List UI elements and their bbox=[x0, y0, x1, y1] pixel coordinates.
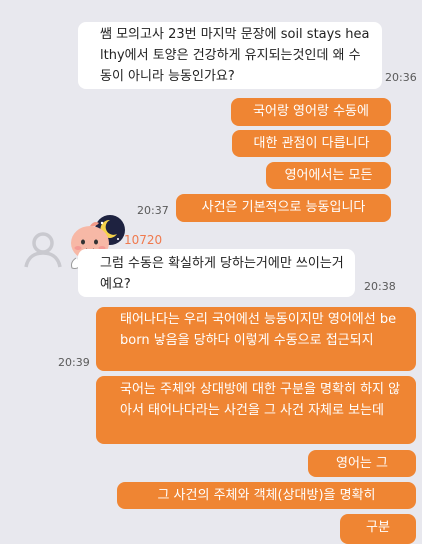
message-bubble-received[interactable]: 쌤 모의고사 23번 마지막 문장에 soil stays healthy에서 … bbox=[78, 22, 382, 89]
message-bubble-sent[interactable]: 대한 관점이 다릅니다 bbox=[232, 130, 391, 157]
sender-name: 10720 bbox=[124, 233, 163, 247]
message-bubble-sent[interactable]: 국어는 주체와 상대방에 대한 구분을 명확히 하지 않아서 태어나다라는 사건… bbox=[96, 376, 416, 444]
message-bubble-sent[interactable]: 국어랑 영어랑 수동에 bbox=[231, 98, 391, 126]
message-timestamp: 20:37 bbox=[137, 204, 169, 217]
message-timestamp: 20:39 bbox=[58, 356, 90, 369]
message-timestamp: 20:36 bbox=[385, 71, 417, 84]
message-bubble-sent[interactable]: 구분 bbox=[340, 514, 416, 544]
message-bubble-sent[interactable]: 태어나다는 우리 국어에선 능동이지만 영어에선 be born 낳음을 당하다… bbox=[96, 307, 416, 371]
message-bubble-sent[interactable]: 사건은 기본적으로 능동입니다 bbox=[176, 194, 391, 222]
message-bubble-sent[interactable]: 영어에서는 모든 bbox=[266, 162, 391, 189]
message-timestamp: 20:38 bbox=[364, 280, 396, 293]
message-bubble-received[interactable]: 그럼 수동은 확실하게 당하는거에만 쓰이는거예요? bbox=[78, 249, 355, 297]
default-profile-icon[interactable] bbox=[22, 229, 64, 271]
message-bubble-sent[interactable]: 영어는 그 bbox=[308, 450, 416, 477]
message-bubble-sent[interactable]: 그 사건의 주체와 객체(상대방)을 명확히 bbox=[117, 482, 416, 509]
